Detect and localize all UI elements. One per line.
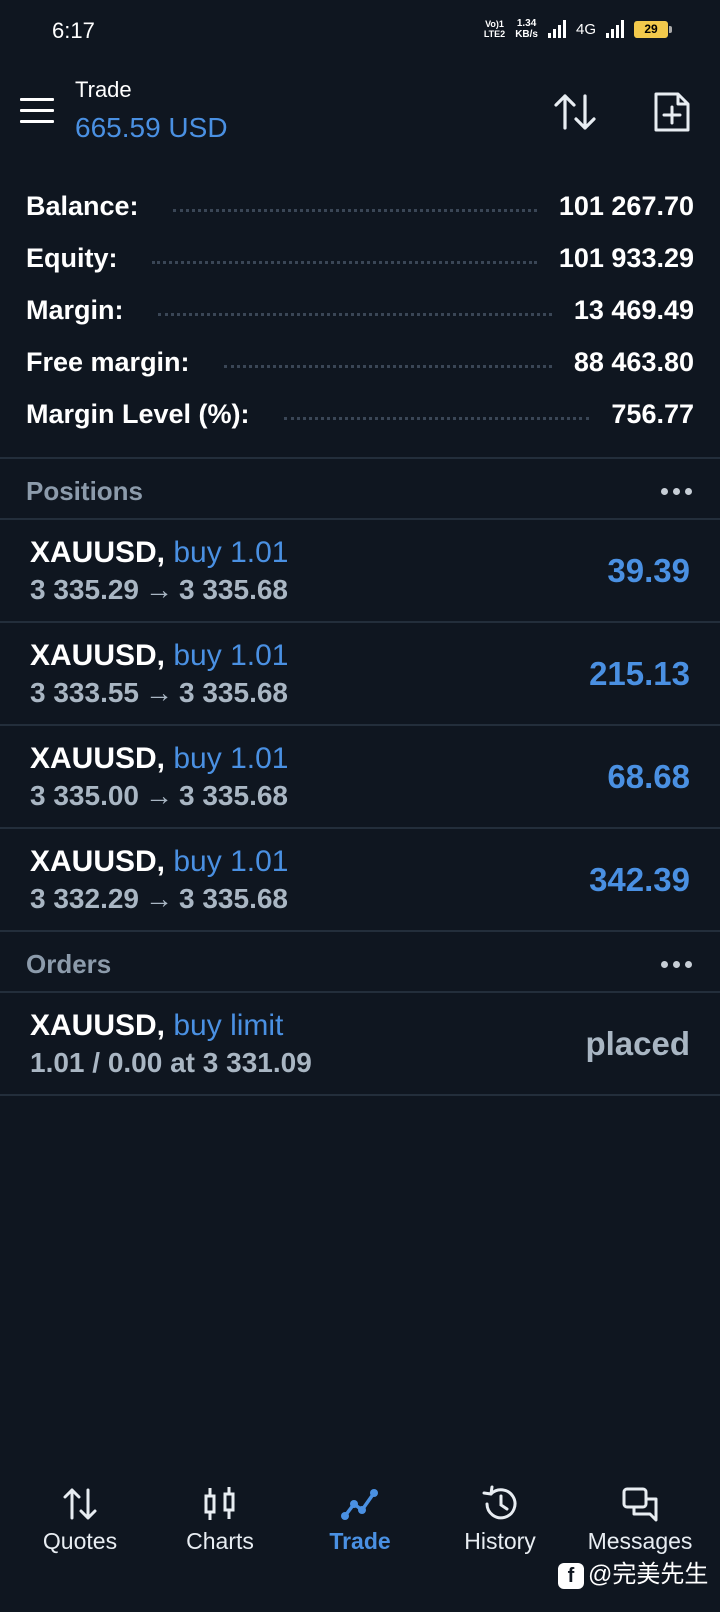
position-profit: 342.39: [589, 861, 690, 898]
position-profit: 215.13: [589, 655, 690, 692]
arrow-icon: →: [145, 677, 173, 708]
more-icon[interactable]: [661, 488, 692, 495]
nav-quotes[interactable]: Quotes: [10, 1470, 150, 1612]
position-row[interactable]: XAUUSD, buy 1.01 3 335.00 → 3 335.68 68.68: [0, 726, 720, 826]
bottom-nav: Quotes Charts Trade History Messages: [0, 1470, 720, 1612]
signal-icon: [547, 20, 566, 38]
positions-header: Positions: [0, 462, 720, 520]
divider: [0, 930, 720, 932]
position-side: buy 1.01: [173, 845, 289, 878]
menu-icon[interactable]: [20, 98, 54, 124]
quotes-icon: [63, 1488, 97, 1520]
app-header: Trade 665.59 USD: [0, 66, 720, 156]
summary-row-margin: Margin: 13 469.49: [0, 284, 720, 336]
position-side: buy 1.01: [173, 536, 289, 569]
position-current-price: 3 335.68: [179, 677, 288, 708]
charts-icon: [204, 1487, 235, 1520]
page-title: Trade: [75, 77, 132, 102]
position-profit: 68.68: [607, 758, 690, 795]
summary-row-margin-level: Margin Level (%): 756.77: [0, 388, 720, 440]
summary-value: 101 933.29: [558, 242, 694, 273]
summary-label: Margin:: [26, 294, 124, 325]
position-current-price: 3 335.68: [179, 780, 288, 811]
nav-label: Charts: [186, 1528, 254, 1554]
nav-label: History: [464, 1528, 536, 1554]
signal-icon-2: [606, 20, 624, 38]
status-bar: 6:17 Vo)1 LTE2 1.34 KB/s 4G 29: [0, 0, 720, 60]
more-icon[interactable]: [661, 961, 692, 968]
position-row[interactable]: XAUUSD, buy 1.01 3 332.29 → 3 335.68 342.3…: [0, 829, 720, 929]
watermark: f @完美先生: [558, 1554, 708, 1589]
history-icon: [482, 1485, 517, 1520]
summary-row-equity: Equity: 101 933.29: [0, 232, 720, 284]
summary-row-free-margin: Free margin: 88 463.80: [0, 336, 720, 388]
messages-icon: [622, 1487, 658, 1522]
trade-icon: [341, 1489, 378, 1520]
summary-value: 13 469.49: [573, 294, 694, 325]
position-symbol: XAUUSD,: [30, 845, 166, 878]
network-speed-value: 1.34: [516, 18, 537, 29]
nav-label: Trade: [329, 1528, 391, 1554]
nav-charts[interactable]: Charts: [150, 1470, 290, 1612]
summary-label: Equity:: [26, 242, 118, 273]
position-open-price: 3 335.29: [30, 574, 139, 605]
position-side: buy 1.01: [173, 742, 289, 775]
network-type: 4G: [575, 20, 596, 38]
position-open-price: 3 332.29: [30, 883, 139, 914]
position-symbol: XAUUSD,: [30, 536, 166, 569]
summary-dots: [151, 260, 537, 264]
divider: [0, 457, 720, 459]
network-speed-unit: KB/s: [515, 29, 538, 40]
position-profit: 39.39: [607, 552, 690, 589]
order-status: placed: [585, 1025, 690, 1062]
position-symbol: XAUUSD,: [30, 742, 166, 775]
order-row[interactable]: XAUUSD, buy limit 1.01 / 0.00 at 3 331.0…: [0, 993, 720, 1093]
nav-trade[interactable]: Trade: [290, 1470, 430, 1612]
summary-row-balance: Balance: 101 267.70: [0, 180, 720, 232]
summary-value: 88 463.80: [573, 346, 694, 377]
divider: [0, 1094, 720, 1096]
sort-icon[interactable]: [552, 92, 598, 132]
position-row[interactable]: XAUUSD, buy 1.01 3 333.55 → 3 335.68 215.1…: [0, 623, 720, 723]
position-open-price: 3 335.00: [30, 780, 139, 811]
battery-icon: 29: [634, 20, 672, 38]
summary-value: 101 267.70: [558, 190, 694, 221]
nav-label: Quotes: [42, 1528, 118, 1554]
summary-label: Balance:: [26, 190, 139, 221]
summary-dots: [172, 208, 537, 212]
position-row[interactable]: XAUUSD, buy 1.01 3 335.29 → 3 335.68 39.39: [0, 520, 720, 620]
summary-value: 756.77: [611, 398, 694, 429]
order-detail: 1.01 / 0.00 at 3 331.09: [30, 1047, 312, 1078]
watermark-text: @完美先生: [588, 1561, 709, 1588]
position-open-price: 3 333.55: [30, 677, 139, 708]
watermark-logo-icon: f: [558, 1562, 584, 1589]
orders-header: Orders: [0, 935, 720, 993]
status-icons: Vo)1 LTE2 1.34 KB/s 4G 29: [483, 18, 672, 40]
nav-label: Messages: [587, 1528, 693, 1554]
total-profit: 665.59 USD: [75, 112, 228, 143]
arrow-icon: →: [145, 883, 173, 914]
volte-icon: Vo)1 LTE2: [483, 19, 506, 39]
status-time: 6:17: [52, 18, 95, 43]
position-symbol: XAUUSD,: [30, 639, 166, 672]
position-side: buy 1.01: [173, 639, 289, 672]
new-order-icon[interactable]: [652, 90, 692, 134]
summary-dots: [223, 364, 552, 368]
nav-messages[interactable]: Messages: [570, 1470, 710, 1612]
position-current-price: 3 335.68: [179, 883, 288, 914]
summary-dots: [283, 416, 590, 420]
order-side: buy limit: [173, 1009, 284, 1042]
order-symbol: XAUUSD,: [30, 1009, 166, 1042]
network-speed: 1.34 KB/s: [515, 18, 538, 40]
summary-dots: [157, 312, 552, 316]
arrow-icon: →: [145, 780, 173, 811]
arrow-icon: →: [145, 574, 173, 605]
nav-history[interactable]: History: [430, 1470, 570, 1612]
summary-label: Free margin:: [26, 346, 190, 377]
account-summary: Balance: 101 267.70 Equity: 101 933.29 M…: [0, 180, 720, 440]
positions-label: Positions: [26, 476, 144, 506]
summary-label: Margin Level (%):: [26, 398, 250, 429]
orders-label: Orders: [26, 949, 112, 979]
position-current-price: 3 335.68: [179, 574, 288, 605]
